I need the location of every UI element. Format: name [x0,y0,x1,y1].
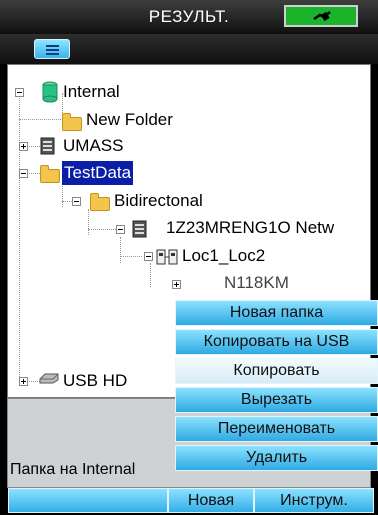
status-text: Папка на Internal [10,461,136,478]
expand-toggle-partial[interactable] [172,280,181,289]
folder-icon [40,165,60,183]
tree-item-usb[interactable]: USB HD [63,369,127,393]
menu-item-delete[interactable]: Удалить [175,445,378,471]
tree-item-partial[interactable]: N118KM [224,271,289,295]
menu-item-copy[interactable]: Копировать [175,358,378,384]
collapse-toggle-bidirectional[interactable] [72,197,81,206]
tree-item-file[interactable]: 1Z23MRENG1O Netw [166,216,334,240]
menu-item-rename[interactable]: Переименовать [175,416,378,442]
link-test-icon [156,249,178,265]
tree-item-new-folder[interactable]: New Folder [86,108,173,132]
menu-item-new-folder[interactable]: Новая папка [175,300,378,326]
collapse-toggle-internal[interactable] [15,88,24,97]
file-icon [132,220,147,238]
tree-item-internal[interactable]: Internal [63,80,120,104]
usb-drive-icon [39,373,59,384]
tree-item-umass[interactable]: UMASS [63,134,123,158]
menu-item-cut[interactable]: Вырезать [175,387,378,413]
expand-toggle-umass[interactable] [19,142,28,151]
menu-button[interactable] [34,39,70,59]
database-icon [42,81,58,103]
menu-item-copy-to-usb[interactable]: Копировать на USB [175,329,378,355]
title-bar: РЕЗУЛЬТ. [0,0,378,34]
expand-toggle-usb[interactable] [19,377,28,386]
drive-icon [40,137,55,155]
collapse-toggle-loc[interactable] [144,252,153,261]
collapse-toggle-testdata[interactable] [19,169,28,178]
tree-item-loc[interactable]: Loc1_Loc2 [182,244,265,268]
tree-item-bidirectional[interactable]: Bidirectonal [114,189,203,213]
tree-item-testdata[interactable]: TestData [62,161,134,185]
softkey-1[interactable] [8,488,168,513]
folder-icon [90,193,110,211]
softkey-new[interactable]: Новая [168,488,254,513]
softkey-tools[interactable]: Инструм. [254,488,374,513]
folder-icon [62,113,82,131]
battery-indicator [284,5,358,27]
plug-icon [313,11,331,21]
collapse-toggle-file[interactable] [116,225,125,234]
